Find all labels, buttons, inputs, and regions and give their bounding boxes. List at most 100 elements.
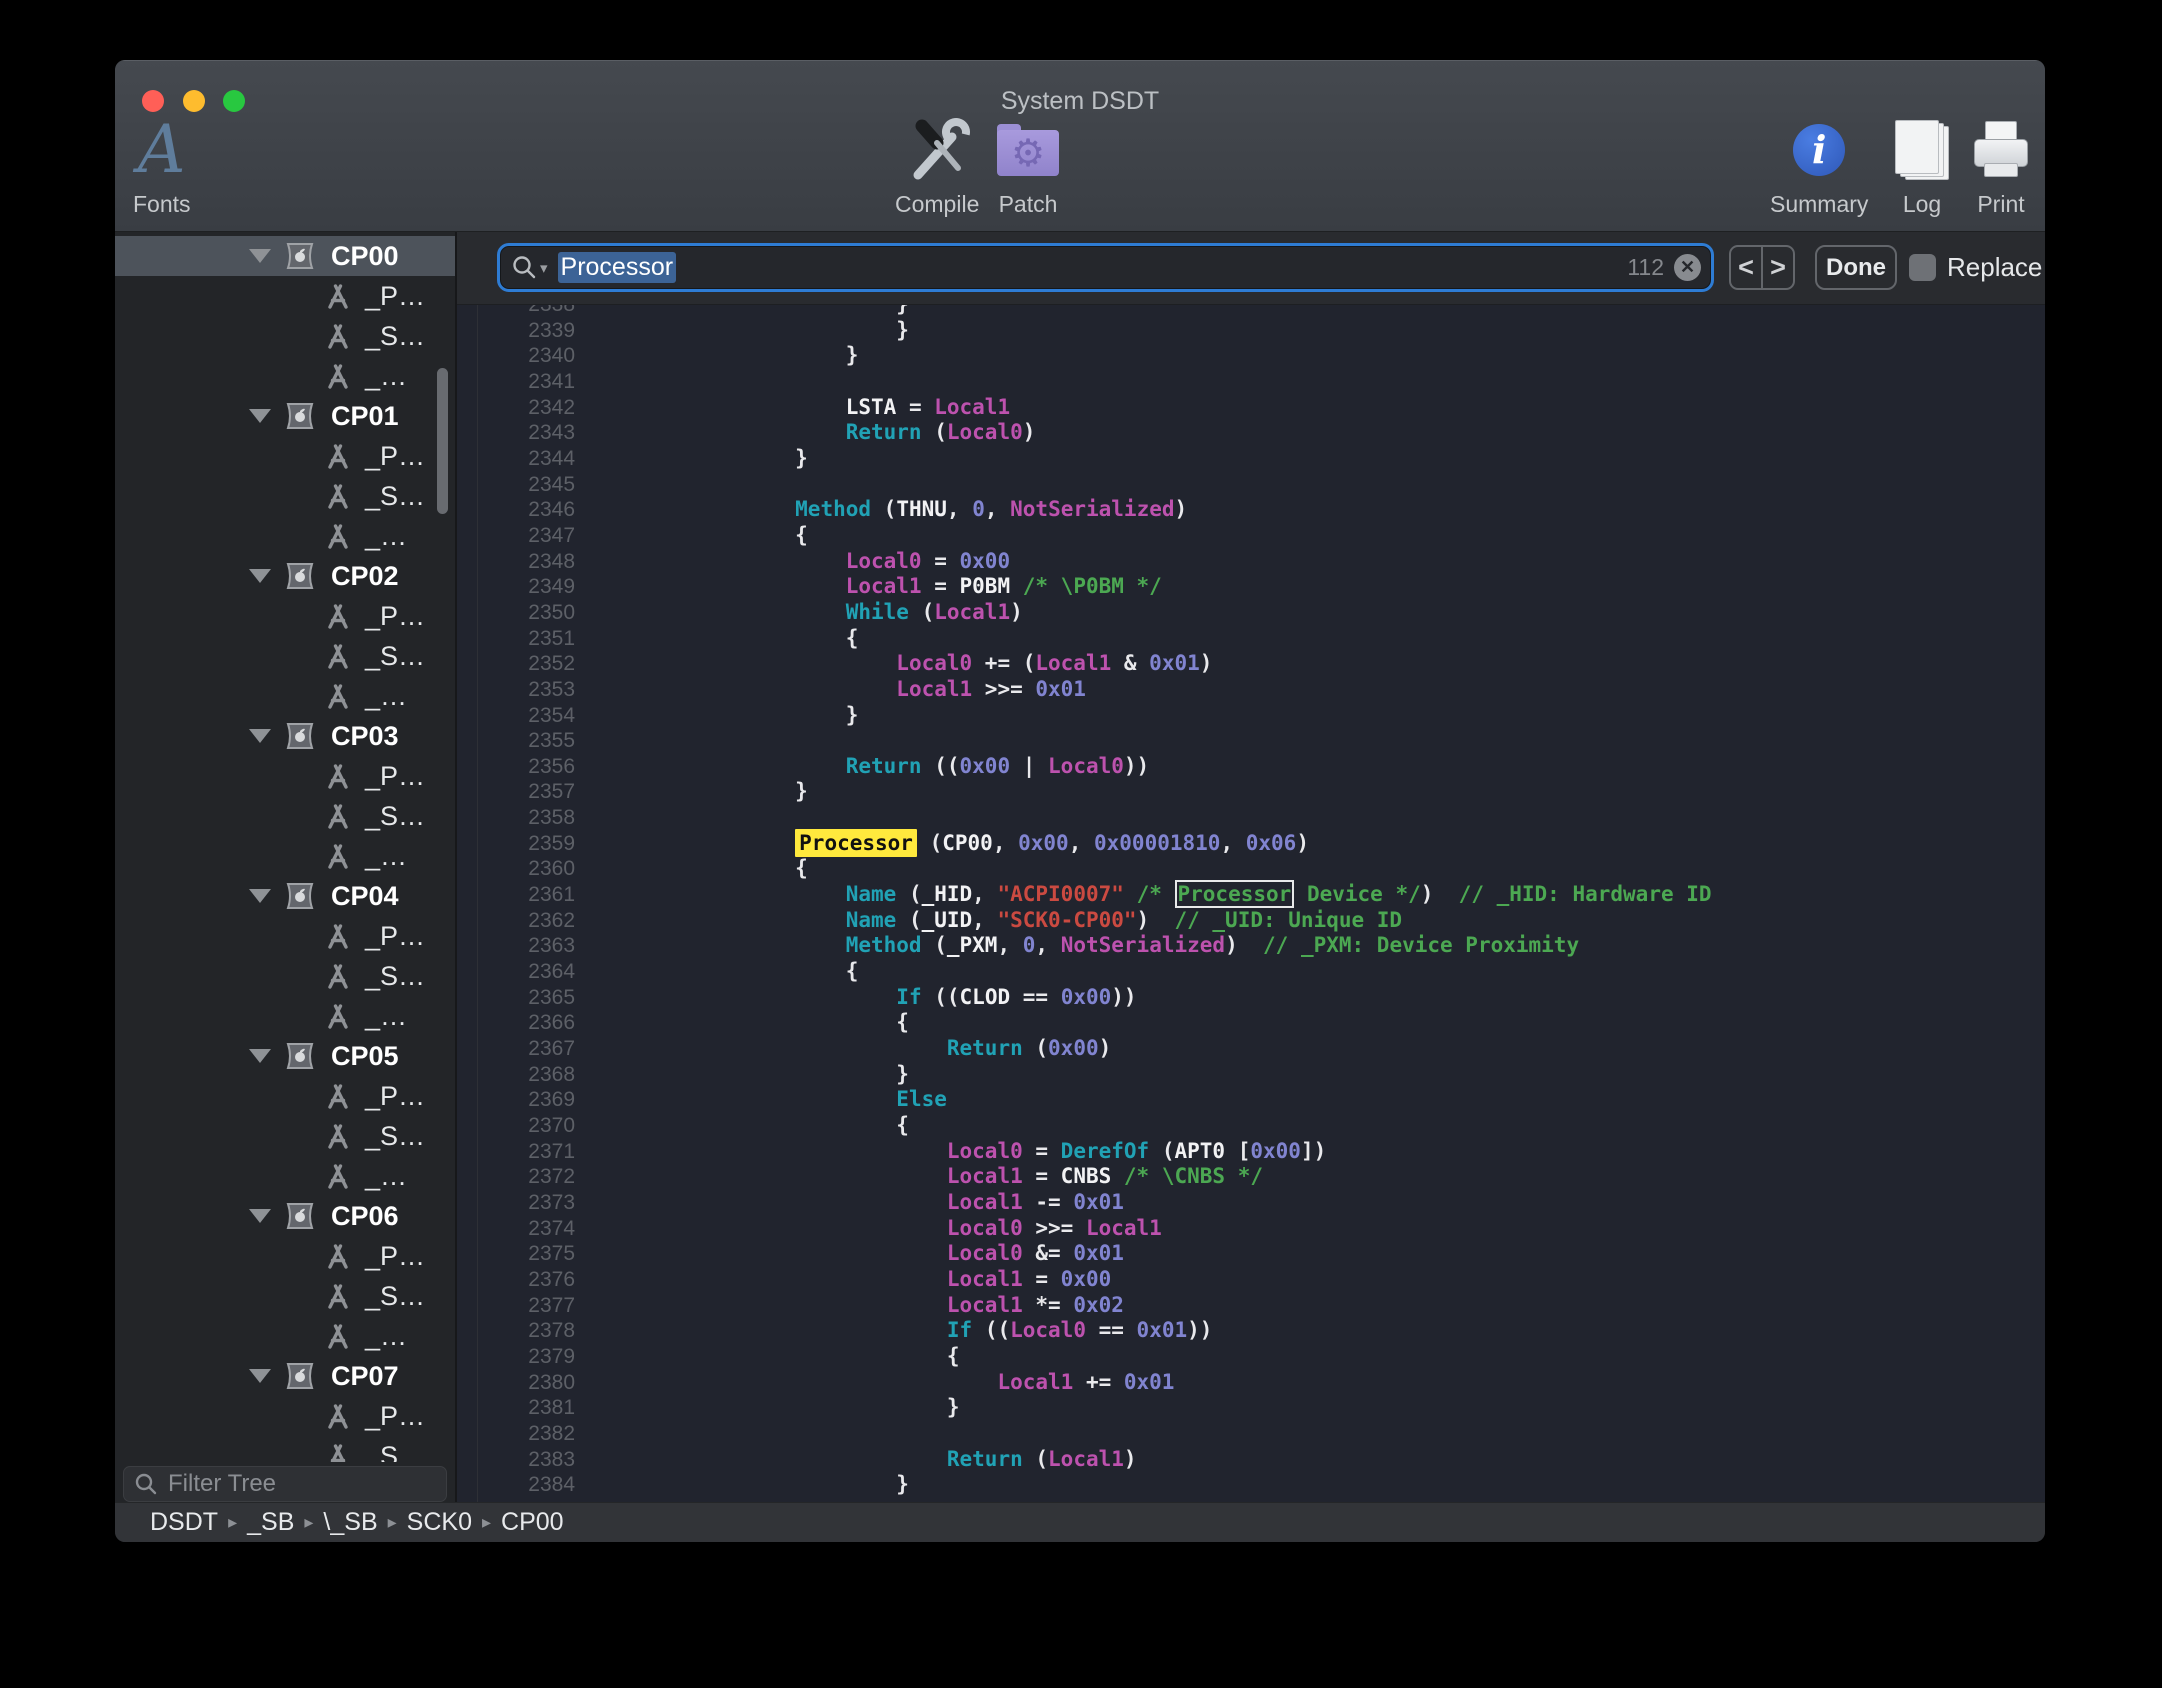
tree-node-cp00[interactable]: CP00 bbox=[115, 236, 455, 276]
breadcrumb-item[interactable]: \_SB bbox=[323, 1508, 377, 1537]
code-line: 2358 bbox=[457, 805, 2045, 831]
log-label: Log bbox=[1903, 191, 1941, 218]
code-text: { bbox=[694, 959, 858, 985]
tree-node-cp04[interactable]: CP04 bbox=[115, 876, 455, 916]
tree-child-item[interactable]: _P… bbox=[115, 1076, 455, 1116]
tree-child-label: _P… bbox=[365, 1081, 425, 1112]
log-button[interactable]: Log bbox=[1893, 113, 1951, 218]
tree-child-item[interactable]: _… bbox=[115, 1156, 455, 1196]
line-number: 2382 bbox=[457, 1421, 575, 1447]
disclosure-triangle-icon[interactable] bbox=[249, 409, 271, 423]
code-line: 2356 Return ((0x00 | Local0)) bbox=[457, 754, 2045, 780]
tree-child-item[interactable]: _S… bbox=[115, 1116, 455, 1156]
code-line: 2384 } bbox=[457, 1472, 2045, 1498]
code-text: Local0 = 0x00 bbox=[694, 549, 1010, 575]
disclosure-triangle-icon[interactable] bbox=[249, 1369, 271, 1383]
summary-label: Summary bbox=[1770, 191, 1868, 218]
disclosure-triangle-icon[interactable] bbox=[249, 1209, 271, 1223]
tree-child-item[interactable]: _S… bbox=[115, 956, 455, 996]
patch-folder-icon: ⚙ bbox=[997, 124, 1059, 176]
code-text: { bbox=[694, 856, 808, 882]
tree-child-label: _… bbox=[365, 1001, 407, 1032]
tree-child-item[interactable]: _… bbox=[115, 836, 455, 876]
disclosure-triangle-icon[interactable] bbox=[249, 569, 271, 583]
filter-tree-input[interactable] bbox=[166, 1469, 420, 1499]
summary-button[interactable]: i Summary bbox=[1770, 113, 1868, 218]
tree-child-item[interactable]: _P… bbox=[115, 756, 455, 796]
tree-node-label: CP00 bbox=[331, 241, 399, 272]
tree-child-item[interactable]: _… bbox=[115, 516, 455, 556]
tree-child-item[interactable]: _P… bbox=[115, 436, 455, 476]
tree-child-item[interactable]: _S… bbox=[115, 1436, 455, 1462]
scope-badge-icon bbox=[283, 561, 317, 591]
tree-node-cp03[interactable]: CP03 bbox=[115, 716, 455, 756]
tree-child-item[interactable]: _… bbox=[115, 676, 455, 716]
tree-child-item[interactable]: _P… bbox=[115, 1236, 455, 1276]
titlebar: System DSDT A Fonts Compile ⚙ bbox=[115, 60, 2045, 232]
tree-node-cp06[interactable]: CP06 bbox=[115, 1196, 455, 1236]
tree-child-label: _… bbox=[365, 361, 407, 392]
line-number: 2376 bbox=[457, 1267, 575, 1293]
tree-node-cp02[interactable]: CP02 bbox=[115, 556, 455, 596]
breadcrumb-item[interactable]: SCK0 bbox=[407, 1508, 472, 1537]
method-a-icon bbox=[323, 1162, 353, 1190]
code-text: Local1 *= 0x02 bbox=[694, 1293, 1124, 1319]
tree-child-label: _… bbox=[365, 521, 407, 552]
method-a-icon bbox=[323, 682, 353, 710]
code-line: 2379 { bbox=[457, 1344, 2045, 1370]
code-line: 2353 Local1 >>= 0x01 bbox=[457, 677, 2045, 703]
fonts-button[interactable]: A Fonts bbox=[133, 113, 191, 218]
match-count: 112 bbox=[1627, 254, 1664, 281]
code-line: 2359 Processor (CP00, 0x00, 0x00001810, … bbox=[457, 831, 2045, 857]
patch-button[interactable]: ⚙ Patch bbox=[997, 113, 1059, 218]
done-button[interactable]: Done bbox=[1815, 245, 1897, 290]
code-line: 2371 Local0 = DerefOf (APT0 [0x00]) bbox=[457, 1139, 2045, 1165]
breadcrumb-item[interactable]: DSDT bbox=[150, 1508, 218, 1537]
search-query-text[interactable]: Processor bbox=[558, 252, 677, 283]
line-number: 2346 bbox=[457, 497, 575, 523]
disclosure-triangle-icon[interactable] bbox=[249, 249, 271, 263]
tree-node-cp07[interactable]: CP07 bbox=[115, 1356, 455, 1396]
line-number: 2344 bbox=[457, 446, 575, 472]
search-options-chevron-icon[interactable]: ▾ bbox=[540, 259, 548, 277]
disclosure-triangle-icon[interactable] bbox=[249, 729, 271, 743]
find-search-field[interactable]: ▾ Processor 112 ✕ bbox=[497, 243, 1714, 292]
tree-child-item[interactable]: _P… bbox=[115, 916, 455, 956]
tree-child-item[interactable]: _… bbox=[115, 996, 455, 1036]
tree-node-label: CP03 bbox=[331, 721, 399, 752]
tree-node-cp01[interactable]: CP01 bbox=[115, 396, 455, 436]
tree-child-label: _P… bbox=[365, 601, 425, 632]
code-line: 2375 Local0 &= 0x01 bbox=[457, 1241, 2045, 1267]
tree-child-item[interactable]: _S… bbox=[115, 796, 455, 836]
tree-node-cp05[interactable]: CP05 bbox=[115, 1036, 455, 1076]
tree-child-item[interactable]: _P… bbox=[115, 1396, 455, 1436]
tree-child-item[interactable]: _S… bbox=[115, 1276, 455, 1316]
breadcrumb-item[interactable]: _SB bbox=[247, 1508, 294, 1537]
find-previous-button[interactable]: < bbox=[1731, 247, 1763, 288]
tree-child-label: _S… bbox=[365, 1441, 425, 1463]
code-editor[interactable]: 2338 }2339 }2340 }23412342 LSTA = Local1… bbox=[457, 305, 2045, 1502]
code-line: 2348 Local0 = 0x00 bbox=[457, 549, 2045, 575]
compile-button[interactable]: Compile bbox=[895, 113, 979, 218]
tree-child-item[interactable]: _P… bbox=[115, 276, 455, 316]
code-text: Local0 >>= Local1 bbox=[694, 1216, 1162, 1242]
find-next-button[interactable]: > bbox=[1763, 247, 1793, 288]
replace-checkbox[interactable] bbox=[1909, 254, 1936, 281]
line-number: 2372 bbox=[457, 1164, 575, 1190]
breadcrumb-item[interactable]: CP00 bbox=[501, 1508, 564, 1537]
sidebar-scrollbar[interactable] bbox=[437, 368, 448, 514]
tree-child-item[interactable]: _S… bbox=[115, 636, 455, 676]
printer-icon bbox=[1972, 121, 2030, 179]
disclosure-triangle-icon[interactable] bbox=[249, 889, 271, 903]
filter-tree-field[interactable] bbox=[123, 1466, 447, 1502]
tree-child-item[interactable]: _S… bbox=[115, 316, 455, 356]
method-a-icon bbox=[323, 1322, 353, 1350]
tree-child-item[interactable]: _… bbox=[115, 356, 455, 396]
tree-child-item[interactable]: _P… bbox=[115, 596, 455, 636]
disclosure-triangle-icon[interactable] bbox=[249, 1049, 271, 1063]
compile-tools-icon bbox=[902, 115, 972, 185]
print-button[interactable]: Print bbox=[1972, 113, 2030, 218]
tree-child-item[interactable]: _S… bbox=[115, 476, 455, 516]
clear-search-button[interactable]: ✕ bbox=[1674, 254, 1701, 281]
tree-child-item[interactable]: _… bbox=[115, 1316, 455, 1356]
